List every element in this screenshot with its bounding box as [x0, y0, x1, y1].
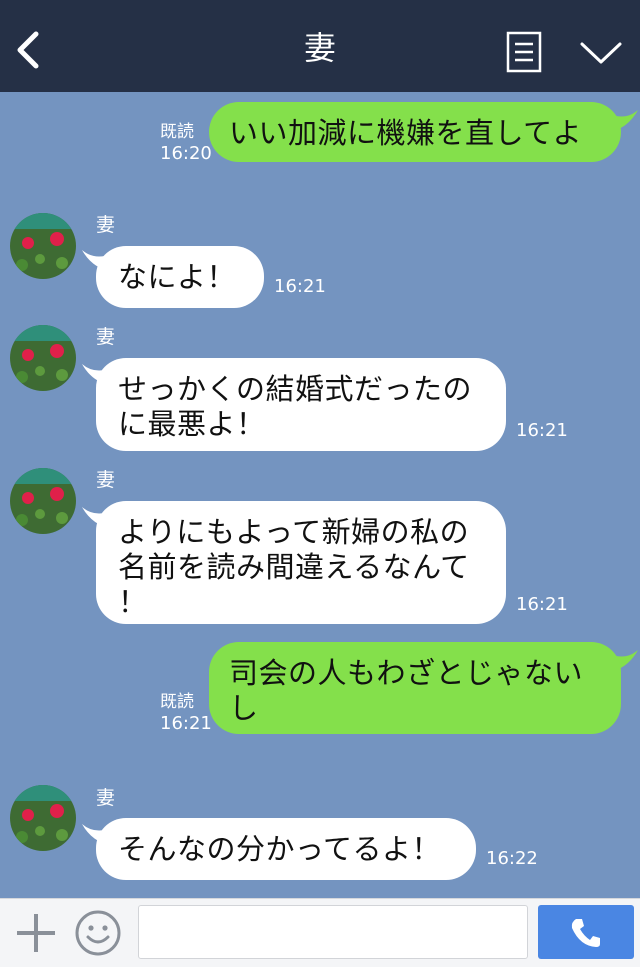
read-label: 既読 — [160, 692, 194, 712]
sender-name: 妻 — [96, 787, 116, 809]
message-text: いい加減に機嫌を直してよ — [229, 116, 583, 150]
avatar[interactable] — [10, 468, 76, 534]
message-text-line: せっかくの結婚式だったの — [118, 372, 473, 406]
message-text-line: 司会の人もわざとじゃない — [229, 656, 584, 690]
sender-name: 妻 — [96, 326, 116, 348]
avatar[interactable] — [10, 325, 76, 391]
plus-icon[interactable] — [14, 911, 58, 955]
my-message-bubble[interactable]: 司会の人もわざとじゃない し — [209, 642, 621, 734]
read-receipt: 既読 16:21 — [160, 692, 212, 734]
message-input-bar — [0, 898, 640, 967]
chevron-down-icon[interactable] — [578, 38, 624, 68]
message-time: 16:21 — [516, 420, 568, 441]
read-receipt: 既読 16:20 — [160, 122, 212, 164]
message-text-line: よりにもよって新婦の私の — [118, 515, 470, 549]
their-message-bubble[interactable]: せっかくの結婚式だったの に最悪よ！ — [96, 358, 506, 451]
message-time: 16:21 — [516, 594, 568, 615]
message-text-line: 名前を読み間違えるなんて — [118, 550, 470, 584]
my-message-bubble[interactable]: いい加減に機嫌を直してよ — [209, 102, 621, 162]
message-text: なによ！ — [118, 260, 237, 294]
avatar[interactable] — [10, 213, 76, 279]
their-message-bubble[interactable]: よりにもよって新婦の私の 名前を読み間違えるなんて ！ — [96, 501, 506, 624]
phone-icon — [571, 919, 600, 947]
message-time: 16:21 — [160, 713, 212, 734]
message-input[interactable] — [138, 905, 528, 959]
message-text: そんなの分かってるよ！ — [118, 832, 442, 866]
message-text-line: ！ — [118, 585, 148, 619]
sender-name: 妻 — [96, 214, 116, 236]
sender-name: 妻 — [96, 469, 116, 491]
smiley-icon[interactable] — [74, 909, 122, 957]
their-message-bubble[interactable]: なによ！ — [96, 246, 264, 308]
avatar[interactable] — [10, 785, 76, 851]
read-label: 既読 — [160, 122, 194, 142]
message-text-line: に最悪よ！ — [118, 407, 266, 441]
message-text-line: し — [229, 691, 259, 725]
message-time: 16:21 — [274, 276, 326, 297]
call-button[interactable] — [538, 905, 634, 959]
chat-header: 妻 — [0, 0, 640, 92]
message-time: 16:20 — [160, 143, 212, 164]
message-time: 16:22 — [486, 848, 538, 869]
list-menu-icon[interactable] — [506, 31, 542, 73]
chat-title: 妻 — [303, 29, 336, 67]
their-message-bubble[interactable]: そんなの分かってるよ！ — [96, 818, 476, 880]
